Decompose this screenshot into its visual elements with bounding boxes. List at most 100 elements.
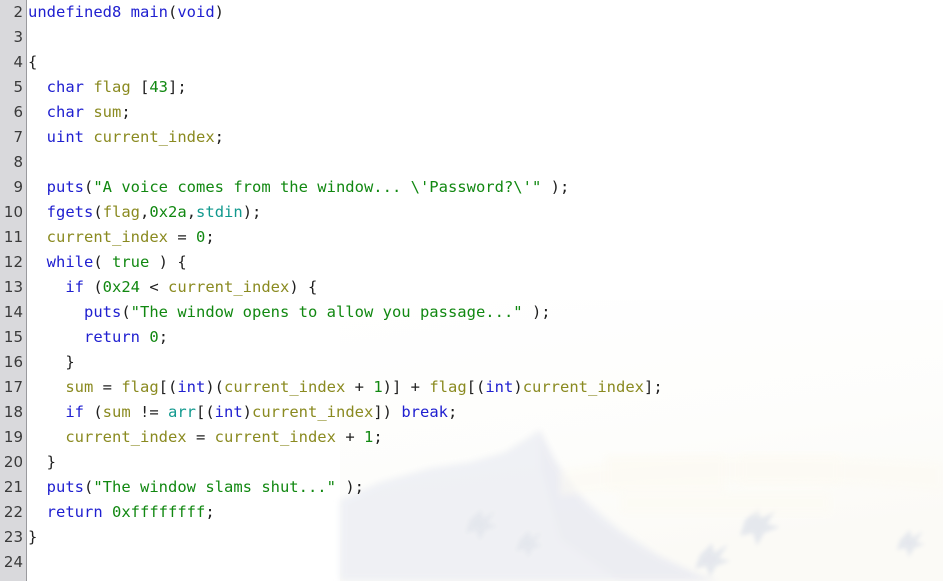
- code-token-punctuation[interactable]: ;: [373, 428, 382, 446]
- code-token-constant[interactable]: 0x24: [103, 278, 140, 296]
- code-token-punctuation[interactable]: [121, 3, 130, 21]
- code-line[interactable]: puts("The window opens to allow you pass…: [28, 300, 943, 325]
- code-token-constant[interactable]: 0: [196, 228, 205, 246]
- code-line[interactable]: char flag [43];: [28, 75, 943, 100]
- code-token-punctuation[interactable]: +: [336, 428, 364, 446]
- code-token-punctuation[interactable]: =: [168, 228, 196, 246]
- code-token-punctuation[interactable]: [28, 328, 84, 346]
- code-token-punctuation[interactable]: }: [28, 353, 74, 371]
- code-token-punctuation[interactable]: !=: [131, 403, 168, 421]
- code-token-punctuation[interactable]: [28, 428, 65, 446]
- code-line[interactable]: current_index = current_index + 1;: [28, 425, 943, 450]
- code-token-constant[interactable]: 1: [364, 428, 373, 446]
- code-token-keyword[interactable]: undefined8: [28, 3, 121, 21]
- code-token-string[interactable]: "The window opens to allow you passage..…: [131, 303, 523, 321]
- code-line[interactable]: fgets(flag,0x2a,stdin);: [28, 200, 943, 225]
- code-token-punctuation[interactable]: );: [243, 203, 262, 221]
- code-line[interactable]: [28, 150, 943, 175]
- code-token-punctuation[interactable]: ;: [121, 103, 130, 121]
- code-token-variable[interactable]: current_index: [93, 128, 214, 146]
- code-token-variable[interactable]: current_index: [47, 228, 168, 246]
- code-token-punctuation[interactable]: [28, 403, 65, 421]
- code-token-variable[interactable]: current_index: [252, 403, 373, 421]
- code-token-punctuation[interactable]: [140, 328, 149, 346]
- code-token-punctuation[interactable]: [84, 78, 93, 96]
- code-token-constant[interactable]: 0: [149, 328, 158, 346]
- code-token-function[interactable]: puts: [47, 178, 84, 196]
- code-token-punctuation[interactable]: );: [541, 178, 570, 196]
- code-line[interactable]: }: [28, 525, 943, 550]
- code-token-punctuation[interactable]: ;: [448, 403, 457, 421]
- code-line[interactable]: char sum;: [28, 100, 943, 125]
- code-token-variable[interactable]: sum: [65, 378, 93, 396]
- code-token-string[interactable]: "A voice comes from the window... \'Pass…: [93, 178, 541, 196]
- code-line[interactable]: sum = flag[(int)(current_index + 1)] + f…: [28, 375, 943, 400]
- code-token-keyword[interactable]: char: [47, 78, 84, 96]
- code-token-punctuation[interactable]: }: [28, 528, 37, 546]
- code-line[interactable]: [28, 550, 943, 575]
- code-token-punctuation[interactable]: [103, 503, 112, 521]
- code-lines-container[interactable]: undefined8 main(void) { char flag [43]; …: [28, 0, 943, 581]
- code-token-punctuation[interactable]: [28, 478, 47, 496]
- code-token-punctuation[interactable]: ) {: [289, 278, 317, 296]
- code-token-variable[interactable]: current_index: [523, 378, 644, 396]
- code-token-punctuation[interactable]: {: [28, 53, 37, 71]
- code-token-punctuation[interactable]: ): [243, 403, 252, 421]
- code-token-global[interactable]: arr: [168, 403, 196, 421]
- code-token-global[interactable]: stdin: [196, 203, 243, 221]
- code-token-punctuation[interactable]: [(: [467, 378, 486, 396]
- code-token-constant[interactable]: 0xffffffff: [112, 503, 205, 521]
- code-token-punctuation[interactable]: (: [168, 3, 177, 21]
- code-token-keyword[interactable]: char: [47, 103, 84, 121]
- code-line[interactable]: puts("The window slams shut..." );: [28, 475, 943, 500]
- code-token-punctuation[interactable]: );: [523, 303, 551, 321]
- code-token-punctuation[interactable]: [84, 103, 93, 121]
- code-token-punctuation[interactable]: [84, 128, 93, 146]
- code-token-variable[interactable]: current_index: [215, 428, 336, 446]
- code-token-punctuation[interactable]: [28, 503, 47, 521]
- code-line[interactable]: return 0xffffffff;: [28, 500, 943, 525]
- code-token-punctuation[interactable]: [28, 303, 84, 321]
- code-token-keyword[interactable]: int: [485, 378, 513, 396]
- code-token-punctuation[interactable]: ;: [159, 328, 168, 346]
- code-line[interactable]: if (0x24 < current_index) {: [28, 275, 943, 300]
- code-token-keyword[interactable]: uint: [47, 128, 84, 146]
- code-token-variable[interactable]: current_index: [224, 378, 345, 396]
- code-token-punctuation[interactable]: <: [140, 278, 168, 296]
- code-token-punctuation[interactable]: ];: [168, 78, 187, 96]
- code-token-function[interactable]: puts: [47, 478, 84, 496]
- code-line[interactable]: {: [28, 50, 943, 75]
- code-token-punctuation[interactable]: ];: [644, 378, 663, 396]
- code-token-punctuation[interactable]: }: [28, 453, 56, 471]
- code-token-variable[interactable]: flag: [429, 378, 466, 396]
- code-token-punctuation[interactable]: ,: [187, 203, 196, 221]
- code-token-punctuation[interactable]: )(: [205, 378, 224, 396]
- code-line[interactable]: if (sum != arr[(int)current_index]) brea…: [28, 400, 943, 425]
- code-token-keyword[interactable]: break: [401, 403, 448, 421]
- code-token-function[interactable]: fgets: [47, 203, 94, 221]
- code-token-keyword[interactable]: void: [177, 3, 214, 21]
- code-token-variable[interactable]: current_index: [65, 428, 186, 446]
- code-token-punctuation[interactable]: [: [131, 78, 149, 96]
- code-token-punctuation[interactable]: [28, 228, 47, 246]
- code-token-punctuation[interactable]: (: [84, 478, 93, 496]
- code-token-punctuation[interactable]: [28, 103, 47, 121]
- code-token-variable[interactable]: sum: [93, 103, 121, 121]
- code-token-keyword[interactable]: int: [215, 403, 243, 421]
- code-token-keyword[interactable]: return: [47, 503, 103, 521]
- code-token-punctuation[interactable]: [28, 278, 65, 296]
- code-token-punctuation[interactable]: [28, 378, 65, 396]
- code-line[interactable]: uint current_index;: [28, 125, 943, 150]
- code-token-punctuation[interactable]: +: [345, 378, 373, 396]
- code-line[interactable]: while( true ) {: [28, 250, 943, 275]
- code-token-keyword[interactable]: int: [177, 378, 205, 396]
- code-token-punctuation[interactable]: =: [93, 378, 121, 396]
- code-token-punctuation[interactable]: ,: [140, 203, 149, 221]
- code-token-function[interactable]: main: [131, 3, 168, 21]
- code-line[interactable]: return 0;: [28, 325, 943, 350]
- code-token-punctuation[interactable]: ;: [205, 503, 214, 521]
- code-token-punctuation[interactable]: [28, 78, 47, 96]
- code-token-keyword[interactable]: if: [65, 403, 84, 421]
- code-line[interactable]: current_index = 0;: [28, 225, 943, 250]
- code-token-punctuation[interactable]: (: [84, 178, 93, 196]
